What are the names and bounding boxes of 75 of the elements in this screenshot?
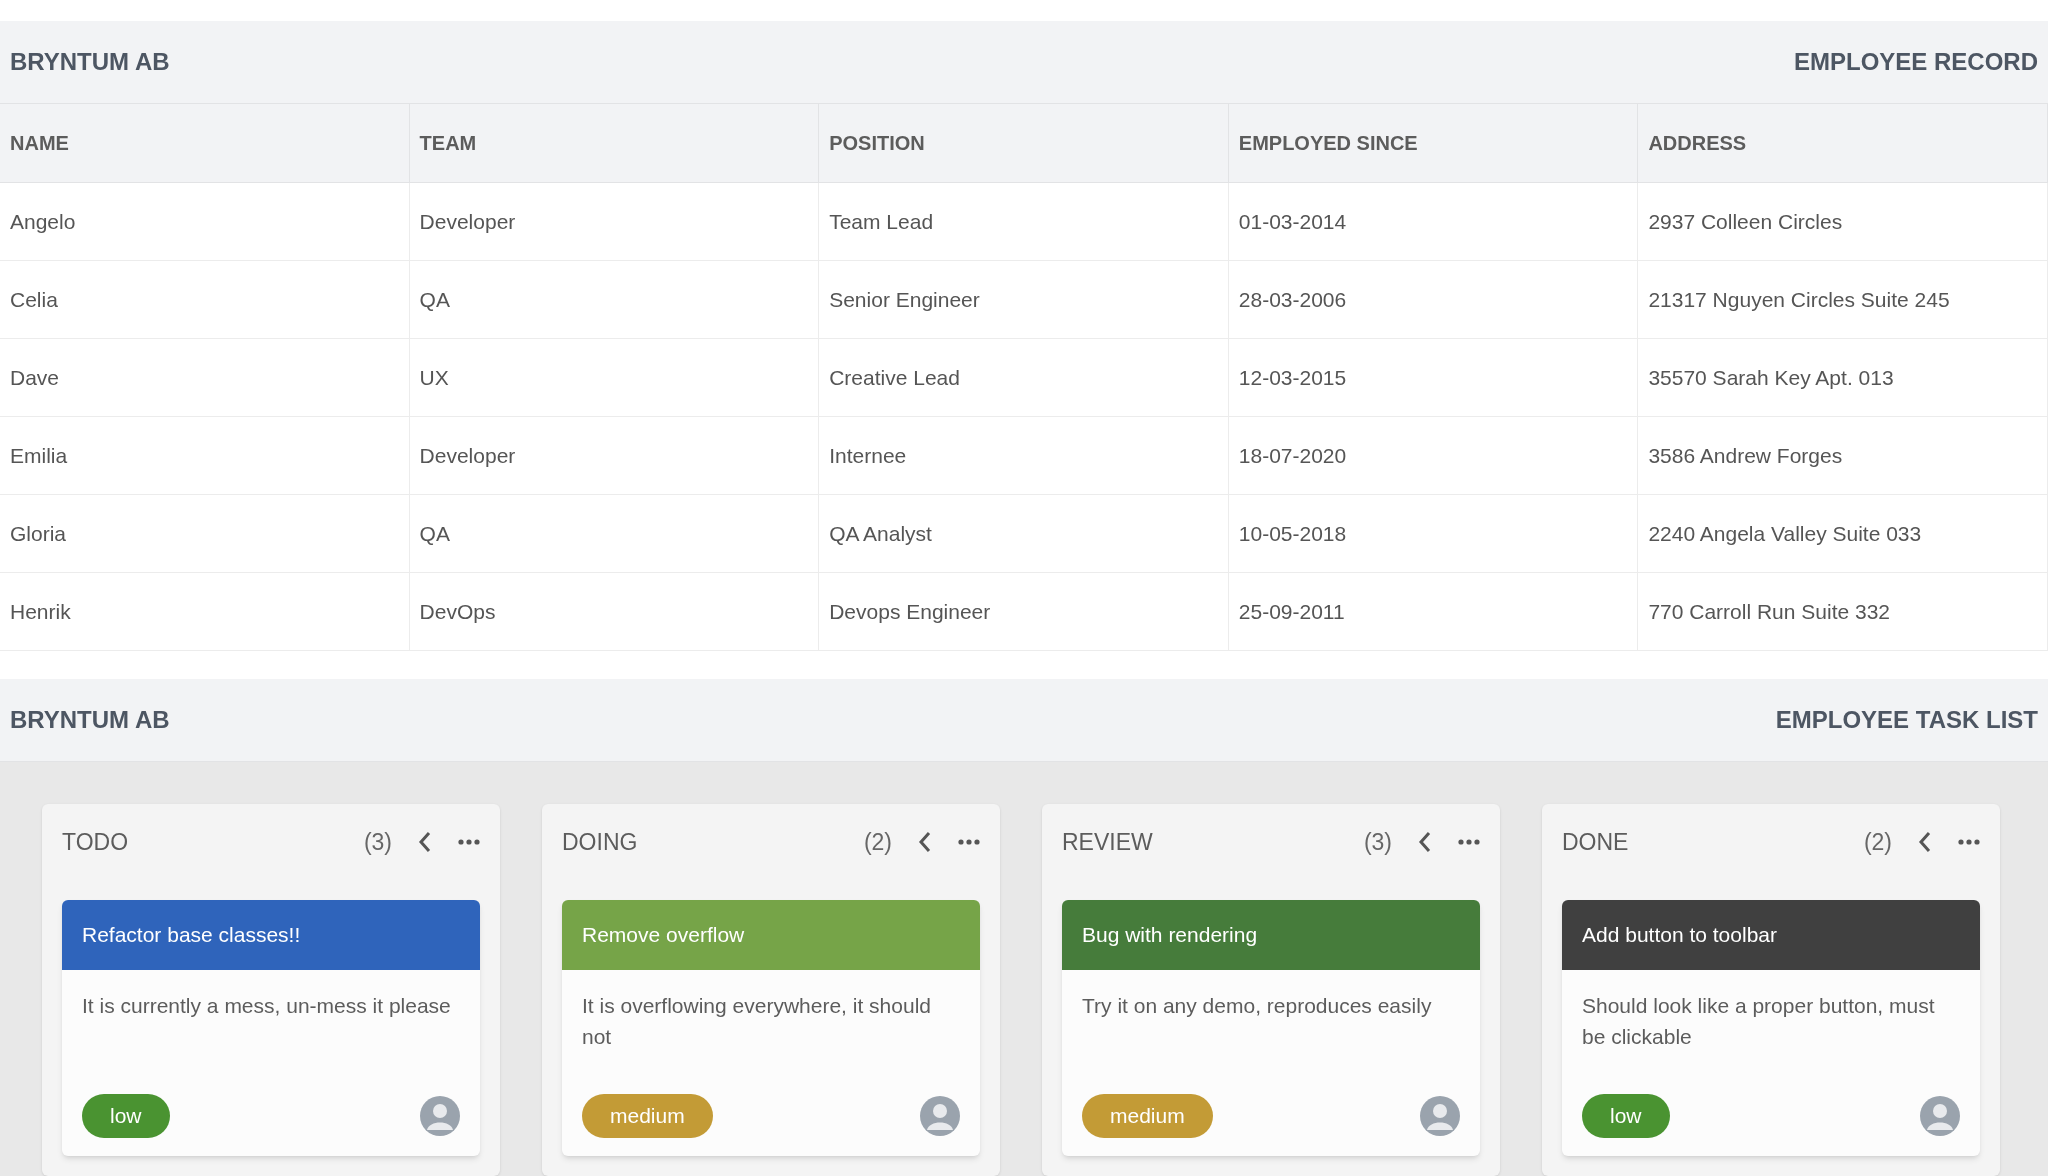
table-cell: QA: [409, 261, 820, 339]
company-name: BRYNTUM AB: [10, 47, 170, 77]
avatar-icon: [420, 1096, 460, 1136]
table-cell: 770 Carroll Run Suite 332: [1638, 573, 2048, 651]
avatar-icon: [1920, 1096, 1960, 1136]
panel-title: EMPLOYEE RECORD: [1793, 47, 2038, 77]
column-title: REVIEW: [1062, 827, 1154, 857]
table-cell: Dave: [0, 339, 410, 417]
table-cell: 2240 Angela Valley Suite 033: [1638, 495, 2048, 573]
table-cell: Internee: [819, 417, 1229, 495]
collapse-icon[interactable]: [1918, 831, 1932, 853]
more-icon[interactable]: [458, 839, 480, 845]
collapse-icon[interactable]: [918, 831, 932, 853]
priority-tag: medium: [1082, 1094, 1213, 1138]
table-cell: 01-03-2014: [1228, 183, 1639, 261]
card-count: (3): [1363, 827, 1392, 857]
table-cell: 25-09-2011: [1228, 573, 1639, 651]
avatar-icon: [1420, 1096, 1460, 1136]
column-header[interactable]: POSITION: [819, 104, 1229, 183]
column-title: DOING: [562, 827, 639, 857]
company-name: BRYNTUM AB: [10, 705, 170, 735]
column-header[interactable]: ADDRESS: [1638, 104, 2048, 183]
table-cell: 12-03-2015: [1228, 339, 1639, 417]
card-description: It is overflowing everywhere, it should not: [581, 993, 932, 1050]
card-description: Should look like a proper button, must be clickable: [1581, 993, 1936, 1050]
avatar-icon: [920, 1096, 960, 1136]
task-card[interactable]: Refactor base classes!! It is currently a mess, un-mess it please low: [62, 900, 480, 1156]
table-cell: DevOps: [409, 573, 820, 651]
table-cell: Developer: [409, 417, 820, 495]
column-title: DONE: [1562, 827, 1630, 857]
priority-tag: low: [1582, 1094, 1670, 1138]
table-cell: 35570 Sarah Key Apt. 013: [1638, 339, 2048, 417]
more-icon[interactable]: [1458, 839, 1480, 845]
table-cell: Devops Engineer: [819, 573, 1229, 651]
collapse-icon[interactable]: [1418, 831, 1432, 853]
table-cell: UX: [409, 339, 820, 417]
column-header[interactable]: NAME: [0, 104, 410, 183]
collapse-icon[interactable]: [418, 831, 432, 853]
table-cell: Creative Lead: [819, 339, 1229, 417]
table-cell: Emilia: [0, 417, 410, 495]
card-count: (3): [363, 827, 392, 857]
panel-title: EMPLOYEE TASK LIST: [1775, 705, 2038, 735]
card-description: It is currently a mess, un-mess it please: [81, 993, 452, 1019]
table-cell: 21317 Nguyen Circles Suite 245: [1638, 261, 2048, 339]
more-icon[interactable]: [958, 839, 980, 845]
card-description: Try it on any demo, reproduces easily: [1081, 993, 1433, 1019]
table-cell: 3586 Andrew Forges: [1638, 417, 2048, 495]
more-icon[interactable]: [1958, 839, 1980, 845]
column-header[interactable]: EMPLOYED SINCE: [1228, 104, 1639, 183]
task-card[interactable]: Add button to toolbar Should look like a proper button, must be clickable low: [1562, 900, 1980, 1156]
priority-tag: low: [82, 1094, 170, 1138]
table-cell: Gloria: [0, 495, 410, 573]
table-cell: Developer: [409, 183, 820, 261]
table-cell: QA Analyst: [819, 495, 1229, 573]
table-cell: Team Lead: [819, 183, 1229, 261]
table-cell: Henrik: [0, 573, 410, 651]
card-header: Add button to toolbar: [1562, 900, 1980, 970]
table-cell: QA: [409, 495, 820, 573]
priority-tag: medium: [582, 1094, 713, 1138]
task-card[interactable]: Remove overflow It is overflowing everywhere, it should not medium: [562, 900, 980, 1156]
card-header: Refactor base classes!!: [62, 900, 480, 970]
card-header: Bug with rendering: [1062, 900, 1480, 970]
table-cell: Celia: [0, 261, 410, 339]
card-count: (2): [1863, 827, 1892, 857]
card-count: (2): [863, 827, 892, 857]
task-card[interactable]: Bug with rendering Try it on any demo, reproduces easily medium: [1062, 900, 1480, 1156]
table-cell: Senior Engineer: [819, 261, 1229, 339]
table-cell: 28-03-2006: [1228, 261, 1639, 339]
table-cell: 2937 Colleen Circles: [1638, 183, 2048, 261]
table-cell: Angelo: [0, 183, 410, 261]
table-cell: 10-05-2018: [1228, 495, 1639, 573]
column-title: TODO: [62, 827, 130, 857]
card-header: Remove overflow: [562, 900, 980, 970]
table-cell: 18-07-2020: [1228, 417, 1639, 495]
column-header[interactable]: TEAM: [409, 104, 820, 183]
